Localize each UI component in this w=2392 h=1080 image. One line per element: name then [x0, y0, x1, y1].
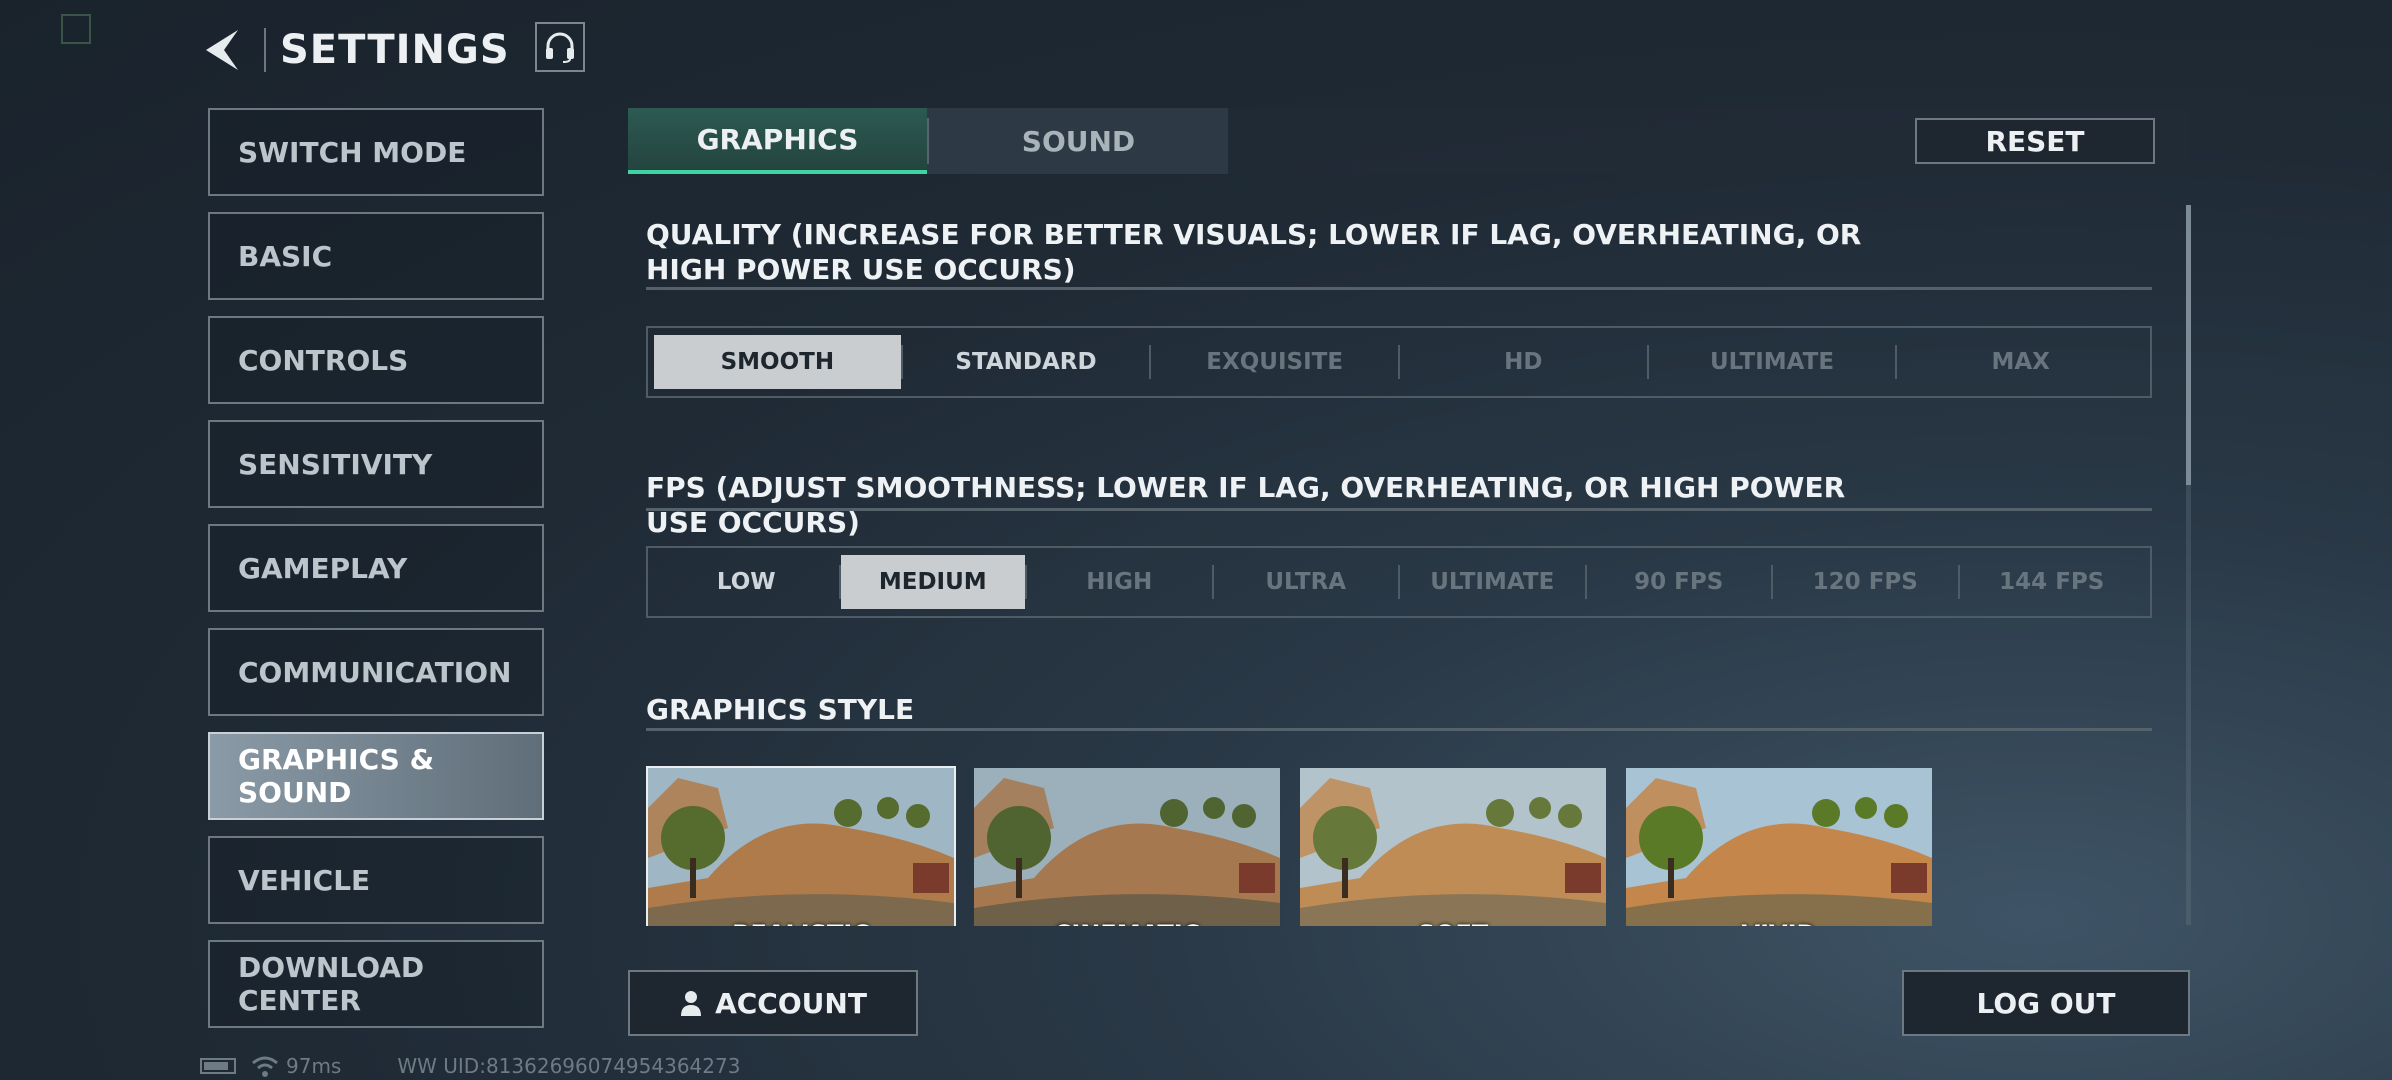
graphics-style-label: REALISTIC — [648, 920, 954, 926]
tab-graphics[interactable]: GRAPHICS — [628, 108, 927, 174]
fps-option-144-fps[interactable]: 144 FPS — [1960, 555, 2145, 609]
fps-section-divider — [646, 508, 2152, 511]
quality-option-standard[interactable]: STANDARD — [903, 335, 1150, 389]
graphics-settings-panel[interactable]: QUALITY (INCREASE FOR BETTER VISUALS; LO… — [628, 188, 2180, 926]
graphics-style-label: CINEMATIC — [974, 920, 1280, 926]
back-arrow-icon[interactable] — [200, 26, 242, 74]
graphics-style-soft[interactable]: SOFT — [1298, 766, 1608, 926]
fps-option-ultimate[interactable]: ULTIMATE — [1400, 555, 1585, 609]
user-uid: WW UID:8136269607495436427​3 — [397, 1054, 741, 1078]
sidebar-item-controls[interactable]: CONTROLS — [208, 316, 544, 404]
header-divider — [264, 28, 266, 72]
graphics-style-thumbnail — [1300, 768, 1606, 926]
graphics-style-realistic[interactable]: REALISTIC — [646, 766, 956, 926]
sidebar-item-vehicle[interactable]: VEHICLE — [208, 836, 544, 924]
graphics-style-label: SOFT — [1300, 920, 1606, 926]
fps-option-medium[interactable]: MEDIUM — [840, 555, 1025, 609]
content-scrollbar-thumb[interactable] — [2186, 205, 2191, 485]
log-out-button[interactable]: LOG OUT — [1902, 970, 2190, 1036]
quality-option-exquisite[interactable]: EXQUISITE — [1151, 335, 1398, 389]
sidebar-item-basic[interactable]: BASIC — [208, 212, 544, 300]
quality-option-hd[interactable]: HD — [1400, 335, 1647, 389]
fps-option-high[interactable]: HIGH — [1027, 555, 1212, 609]
corner-indicator — [61, 14, 91, 44]
quality-section-divider — [646, 287, 2152, 290]
sidebar-item-switch-mode[interactable]: SWITCH MODE — [208, 108, 544, 196]
graphics-style-options: REALISTIC CINEMATIC SOFT VIVID — [646, 766, 1934, 926]
graphics-style-thumbnail — [648, 768, 954, 926]
settings-tabs: GRAPHICS SOUND — [628, 108, 1228, 174]
fps-option-120-fps[interactable]: 120 FPS — [1773, 555, 1958, 609]
tab-sound[interactable]: SOUND — [929, 108, 1228, 174]
support-button[interactable] — [535, 22, 585, 72]
graphics-style-cinematic[interactable]: CINEMATIC — [972, 766, 1282, 926]
quality-selector: SMOOTH STANDARD EXQUISITE HD ULTIMATE MAX — [646, 326, 2152, 398]
sidebar-item-graphics-and-sound[interactable]: GRAPHICS & SOUND — [208, 732, 544, 820]
battery-icon — [200, 1058, 236, 1074]
fps-section-title: FPS (ADJUST SMOOTHNESS; LOWER IF LAG, OV… — [646, 471, 1846, 539]
sidebar-item-download-center[interactable]: DOWNLOAD CENTER — [208, 940, 544, 1028]
quality-option-smooth[interactable]: SMOOTH — [654, 335, 901, 389]
sidebar-item-communication[interactable]: COMMUNICATION — [208, 628, 544, 716]
sidebar-item-sensitivity[interactable]: SENSITIVITY — [208, 420, 544, 508]
fps-option-low[interactable]: LOW — [654, 555, 839, 609]
fps-selector: LOW MEDIUM HIGH ULTRA ULTIMATE 90 FPS 120 FPS 1… — [646, 546, 2152, 618]
fps-option-ultra[interactable]: ULTRA — [1214, 555, 1399, 609]
user-icon — [681, 991, 702, 1016]
graphics-style-thumbnail — [974, 768, 1280, 926]
status-bar: 97ms WW UID:8136269607495436427​3 — [200, 1052, 740, 1080]
sidebar-item-gameplay[interactable]: GAMEPLAY — [208, 524, 544, 612]
account-label: ACCOUNT — [715, 986, 867, 1020]
settings-sidebar: SWITCH MODE BASIC CONTROLS SENSITIVITY GAMEP… — [208, 108, 544, 1044]
ping-readout: 97ms — [286, 1054, 342, 1078]
graphics-style-section-divider — [646, 728, 2152, 731]
quality-section-title: QUALITY (INCREASE FOR BETTER VISUALS; LO… — [646, 218, 1862, 286]
wifi-icon — [252, 1056, 278, 1077]
graphics-style-thumbnail — [1626, 768, 1932, 926]
quality-option-max[interactable]: MAX — [1897, 335, 2144, 389]
quality-option-ultimate[interactable]: ULTIMATE — [1649, 335, 1896, 389]
fps-option-90-fps[interactable]: 90 FPS — [1587, 555, 1772, 609]
reset-button[interactable]: RESET — [1915, 118, 2155, 164]
account-button[interactable]: ACCOUNT — [628, 970, 918, 1036]
header: SETTINGS — [200, 22, 510, 78]
graphics-style-section-title: GRAPHICS STYLE — [646, 693, 915, 726]
graphics-style-label: VIVID — [1626, 920, 1932, 926]
page-title: SETTINGS — [280, 27, 510, 73]
graphics-style-vivid[interactable]: VIVID — [1624, 766, 1934, 926]
headset-icon — [546, 32, 574, 63]
